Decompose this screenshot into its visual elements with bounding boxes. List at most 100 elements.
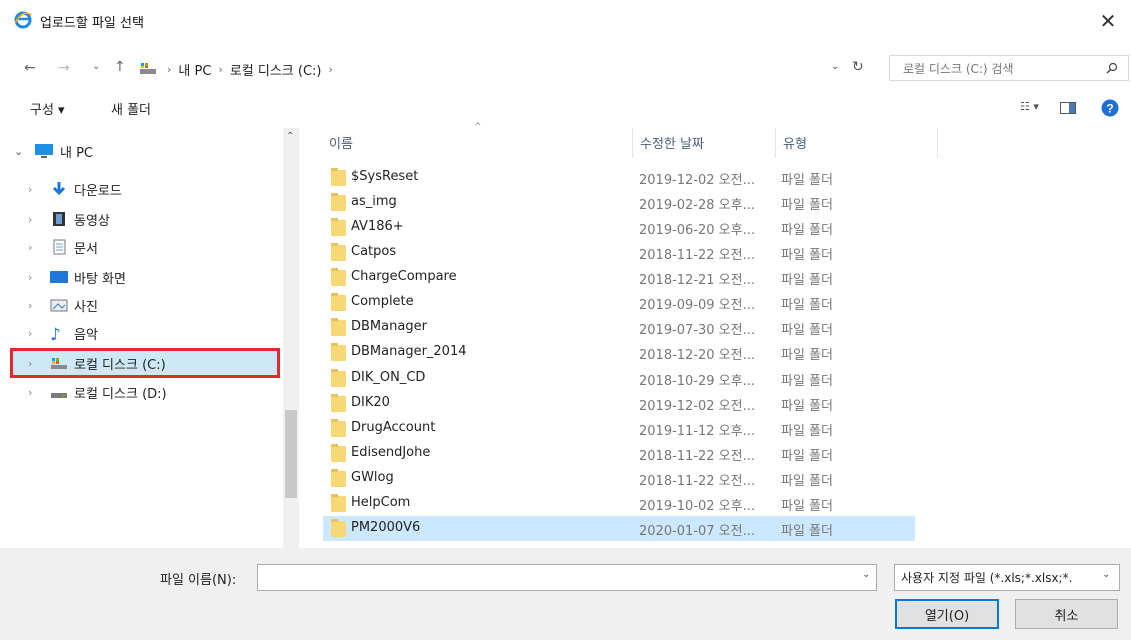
file-row[interactable]: Complete 2019-09-09 오전... 파일 폴더 [323, 290, 915, 315]
column-divider[interactable] [937, 128, 938, 158]
column-divider[interactable] [775, 128, 776, 158]
file-name: AV186+ [351, 219, 404, 234]
file-date: 2019-09-09 오전... [639, 298, 755, 313]
preview-pane-button[interactable] [1060, 102, 1076, 114]
tree-label: 문서 [74, 241, 98, 257]
scroll-up-icon[interactable]: ⌃ [286, 131, 294, 142]
folder-icon [331, 218, 346, 236]
chevron-right-icon: › [28, 270, 33, 284]
close-button[interactable]: ✕ [1085, 0, 1131, 42]
file-type: 파일 폴더 [781, 198, 833, 213]
back-button[interactable]: ← [24, 60, 36, 76]
file-row[interactable]: ChargeCompare 2018-12-21 오전... 파일 폴더 [323, 265, 915, 290]
forward-button[interactable]: → [58, 60, 70, 76]
file-name: DrugAccount [351, 420, 436, 435]
file-row-selected[interactable]: PM2000V6 2020-01-07 오전... 파일 폴더 [323, 516, 915, 541]
file-type: 파일 폴더 [781, 424, 833, 439]
chevron-right-icon: › [28, 326, 33, 340]
folder-icon [331, 168, 346, 186]
file-date: 2019-02-28 오후... [639, 198, 755, 213]
folder-icon [331, 369, 346, 387]
new-folder-button[interactable]: 새 폴더 [111, 99, 151, 118]
up-button[interactable]: ↑ [114, 59, 126, 75]
chevron-right-icon: › [28, 356, 33, 370]
file-name: Catpos [351, 244, 397, 259]
tree-label: 동영상 [74, 213, 110, 229]
breadcrumb-item-my-pc[interactable]: 내 PC [178, 60, 211, 79]
system-drive-icon [51, 358, 67, 369]
recent-locations-button[interactable]: ⌄ [92, 61, 100, 72]
address-dropdown-button[interactable]: ⌄ [831, 61, 839, 72]
chevron-down-icon: ⌄ [1102, 569, 1111, 580]
drive-icon [51, 393, 67, 398]
file-name: GWlog [351, 470, 394, 485]
filename-dropdown-button[interactable]: ⌄ [862, 569, 870, 580]
file-type: 파일 폴더 [781, 298, 833, 313]
file-row[interactable]: DrugAccount 2019-11-12 오후... 파일 폴더 [323, 416, 915, 441]
organize-button[interactable]: 구성 ▾ [30, 99, 65, 118]
file-row[interactable]: $SysReset 2019-12-02 오전... 파일 폴더 [323, 165, 915, 190]
file-type: 파일 폴더 [781, 399, 833, 414]
folder-icon [331, 419, 346, 437]
monitor-icon [35, 144, 53, 158]
file-name: PM2000V6 [351, 520, 421, 535]
file-date: 2019-06-20 오후... [639, 223, 755, 238]
file-row[interactable]: AV186+ 2019-06-20 오후... 파일 폴더 [323, 215, 915, 240]
file-date: 2018-12-21 오전... [639, 273, 755, 288]
breadcrumb: › 내 PC › 로컬 디스크 (C:) › [160, 60, 340, 79]
close-icon: ✕ [1099, 9, 1117, 33]
file-date: 2019-12-02 오전... [639, 399, 755, 414]
breadcrumb-item-local-disk-c[interactable]: 로컬 디스크 (C:) [230, 60, 322, 79]
file-name: as_img [351, 194, 397, 209]
file-type: 파일 폴더 [781, 449, 833, 464]
file-row[interactable]: DIK_ON_CD 2018-10-29 오후... 파일 폴더 [323, 366, 915, 391]
tree-label: 사진 [74, 299, 98, 315]
file-row[interactable]: GWlog 2018-11-22 오전... 파일 폴더 [323, 466, 915, 491]
file-row[interactable]: DBManager 2019-07-30 오전... 파일 폴더 [323, 315, 915, 340]
picture-icon [50, 299, 68, 312]
file-row[interactable]: Catpos 2018-11-22 오전... 파일 폴더 [323, 240, 915, 265]
folder-icon [331, 293, 346, 311]
column-divider[interactable] [632, 128, 633, 158]
file-row[interactable]: as_img 2019-02-28 오후... 파일 폴더 [323, 190, 915, 215]
svg-text:?: ? [1106, 102, 1113, 116]
file-row[interactable]: EdisendJohe 2018-11-22 오전... 파일 폴더 [323, 441, 915, 466]
help-button[interactable]: ? [1101, 99, 1119, 117]
file-name: ChargeCompare [351, 269, 457, 284]
document-icon [53, 239, 66, 255]
tree-label: 로컬 디스크 (C:) [74, 357, 166, 373]
folder-icon [331, 444, 346, 462]
file-date: 2018-12-20 오전... [639, 348, 755, 363]
tree-scrollbar-thumb[interactable] [285, 410, 297, 498]
open-button[interactable]: 열기(O) [895, 599, 999, 629]
view-options-button[interactable]: ☷ ▾ [1020, 100, 1039, 113]
file-row[interactable]: DBManager_2014 2018-12-20 오전... 파일 폴더 [323, 340, 915, 365]
file-type: 파일 폴더 [781, 223, 833, 238]
column-header-name[interactable]: 이름 [329, 133, 353, 152]
column-header-type[interactable]: 유형 [783, 133, 807, 152]
file-type: 파일 폴더 [781, 524, 833, 539]
file-name: Complete [351, 294, 414, 309]
folder-icon [331, 318, 346, 336]
back-arrow-icon: ← [24, 60, 36, 76]
search-icon [1106, 62, 1118, 74]
file-row[interactable]: HelpCom 2019-10-02 오후... 파일 폴더 [323, 491, 915, 516]
column-header-date[interactable]: 수정한 날짜 [640, 133, 704, 152]
file-type: 파일 폴더 [781, 374, 833, 389]
tree-label: 로컬 디스크 (D:) [74, 386, 167, 402]
chevron-right-icon: › [28, 182, 33, 196]
chevron-right-icon: › [28, 240, 33, 254]
file-type: 파일 폴더 [781, 474, 833, 489]
cancel-button[interactable]: 취소 [1015, 599, 1118, 629]
file-row[interactable]: DIK20 2019-12-02 오전... 파일 폴더 [323, 391, 915, 416]
desktop-icon [50, 271, 68, 283]
refresh-button[interactable]: ↻ [852, 59, 864, 75]
chevron-down-icon: ⌄ [831, 61, 840, 72]
filename-input[interactable] [257, 564, 877, 591]
file-type-filter[interactable]: 사용자 지정 파일 (*.xls;*.xlsx;*. [894, 564, 1120, 591]
tree-label: 내 PC [60, 145, 94, 161]
chevron-right-icon: › [28, 385, 33, 399]
chevron-right-icon: › [28, 212, 33, 226]
folder-icon [331, 268, 346, 286]
file-name: EdisendJohe [351, 445, 431, 460]
